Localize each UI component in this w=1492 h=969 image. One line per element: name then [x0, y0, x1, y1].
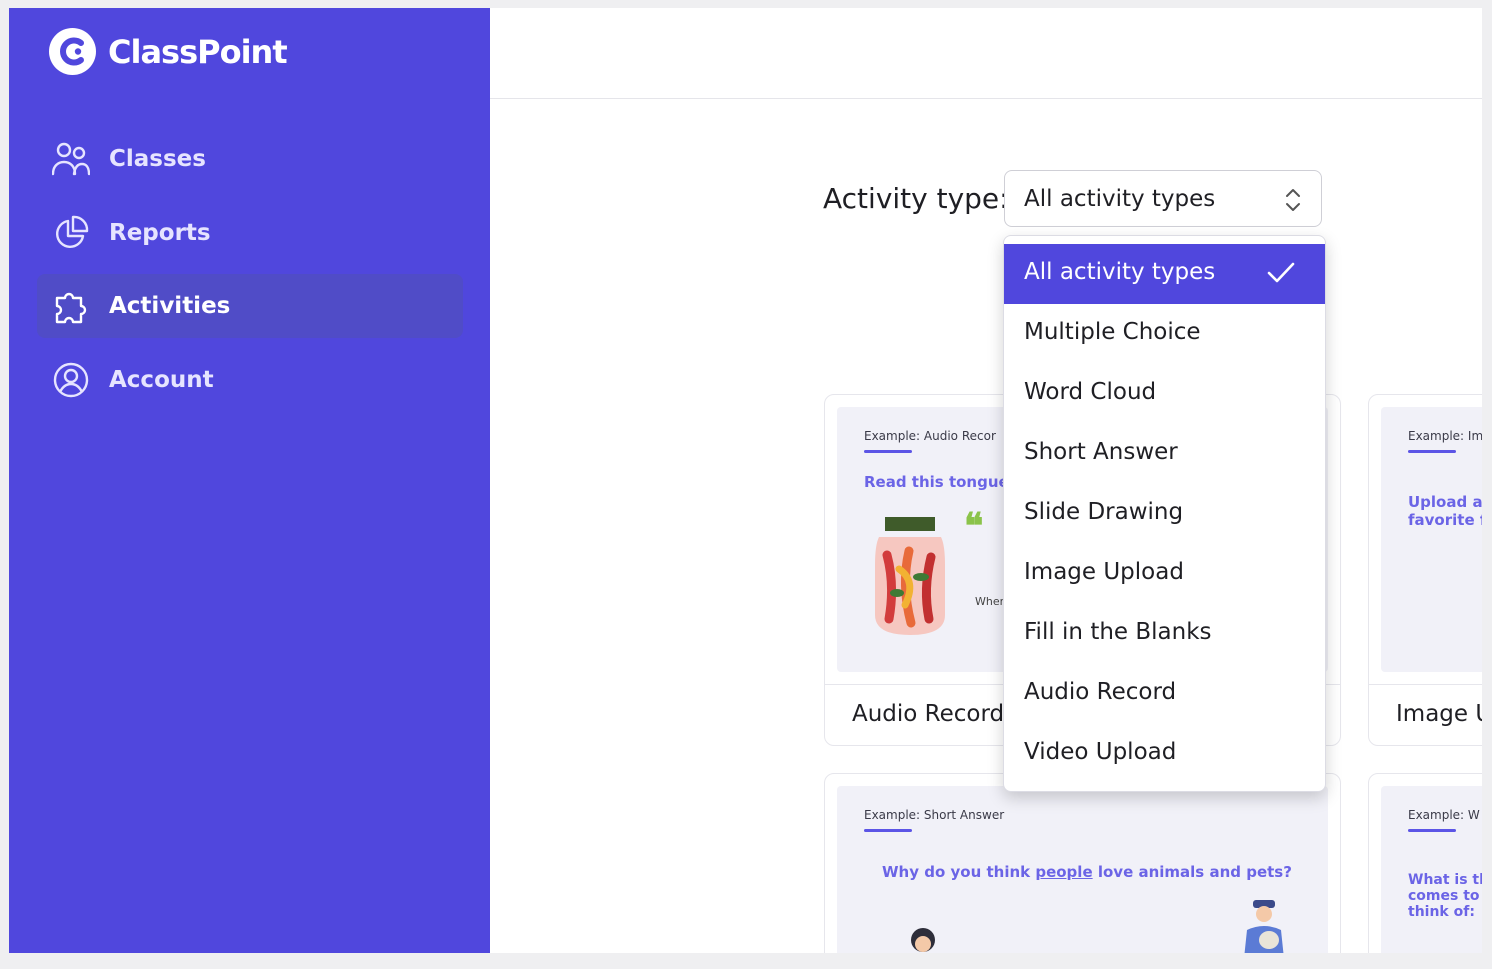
example-question-line: think of:	[1408, 904, 1475, 920]
option-label: Image Upload	[1024, 559, 1184, 585]
card-thumbnail: Example: Im Upload a favorite f	[1381, 407, 1482, 672]
option-label: Short Answer	[1024, 439, 1178, 465]
example-underline	[1408, 450, 1456, 453]
example-label: Example: Im	[1408, 429, 1482, 443]
quote-icon: ❝	[964, 505, 984, 547]
users-icon	[51, 139, 91, 179]
card-thumbnail: Example: W What is th comes to think of:	[1381, 786, 1482, 953]
question-link: people	[1035, 863, 1093, 881]
activity-type-dropdown: All activity types Multiple Choice Word …	[1003, 235, 1326, 792]
option-label: Slide Drawing	[1024, 499, 1184, 525]
classpoint-logo-icon	[49, 28, 96, 75]
example-fragment: Wher	[975, 595, 1005, 608]
activity-type-select[interactable]: All activity types	[1004, 170, 1322, 227]
dropdown-option-slide-drawing[interactable]: Slide Drawing	[1004, 484, 1325, 544]
question-text: Why do you think	[882, 863, 1036, 881]
activity-card-short-answer[interactable]: Example: Short Answer Why do you think p…	[824, 773, 1341, 953]
sidebar: ClassPoint Classes Reports Activities Ac…	[9, 8, 490, 953]
example-label: Example: Audio Recor	[864, 429, 996, 443]
sidebar-item-classes[interactable]: Classes	[37, 127, 463, 191]
example-question-line: favorite f	[1408, 511, 1482, 529]
option-label: Word Cloud	[1024, 379, 1157, 405]
option-label: Multiple Choice	[1024, 319, 1201, 345]
puzzle-icon	[51, 286, 91, 326]
dropdown-option-video-upload[interactable]: Video Upload	[1004, 724, 1325, 784]
sidebar-item-account[interactable]: Account	[37, 348, 463, 412]
dropdown-option-image-upload[interactable]: Image Upload	[1004, 544, 1325, 604]
sidebar-item-label: Classes	[109, 146, 206, 172]
activity-card-image-upload[interactable]: Example: Im Upload a favorite f Image U	[1368, 394, 1482, 746]
example-underline	[864, 829, 912, 832]
example-question-line: comes to	[1408, 888, 1480, 904]
example-underline	[1408, 829, 1456, 832]
activity-card-word-cloud[interactable]: Example: W What is th comes to think of:	[1368, 773, 1482, 953]
app-name: ClassPoint	[108, 32, 288, 71]
card-divider	[1369, 684, 1482, 685]
dropdown-option-multiple-choice[interactable]: Multiple Choice	[1004, 304, 1325, 364]
card-title: Image U	[1396, 701, 1482, 727]
logo[interactable]: ClassPoint	[49, 28, 288, 75]
example-question-line: Upload a	[1408, 493, 1482, 511]
sidebar-item-label: Activities	[109, 293, 231, 319]
select-value: All activity types	[1024, 186, 1216, 212]
app-window: ClassPoint Classes Reports Activities Ac…	[9, 8, 1482, 953]
pie-chart-icon	[51, 213, 91, 253]
check-icon	[1267, 261, 1295, 290]
example-question-line: What is th	[1408, 872, 1482, 888]
activity-type-label: Activity type:	[823, 182, 1009, 215]
example-question: Read this tongue	[864, 473, 1009, 491]
top-bar	[490, 8, 1482, 99]
example-underline	[864, 450, 912, 453]
sidebar-item-reports[interactable]: Reports	[37, 201, 463, 265]
example-question: Why do you think people love animals and…	[882, 863, 1292, 881]
chevron-up-down-icon	[1285, 186, 1301, 219]
dropdown-option-fill-in-the-blanks[interactable]: Fill in the Blanks	[1004, 604, 1325, 664]
dropdown-option-short-answer[interactable]: Short Answer	[1004, 424, 1325, 484]
dropdown-option-audio-record[interactable]: Audio Record	[1004, 664, 1325, 724]
user-circle-icon	[51, 360, 91, 400]
person-with-pet-illustration	[1244, 900, 1284, 953]
card-title: Audio Record	[852, 701, 1005, 727]
sidebar-item-label: Reports	[109, 220, 211, 246]
option-label: All activity types	[1024, 259, 1216, 285]
question-text: love animals and pets?	[1092, 863, 1292, 881]
option-label: Audio Record	[1024, 679, 1177, 705]
dropdown-option-word-cloud[interactable]: Word Cloud	[1004, 364, 1325, 424]
dropdown-option-all-activity-types[interactable]: All activity types	[1004, 244, 1325, 304]
pickle-jar-illustration	[875, 517, 945, 635]
sidebar-item-label: Account	[109, 367, 214, 393]
option-label: Video Upload	[1024, 739, 1177, 765]
option-label: Fill in the Blanks	[1024, 619, 1212, 645]
person-illustration	[911, 928, 935, 952]
example-label: Example: W	[1408, 808, 1480, 822]
card-thumbnail: Example: Short Answer Why do you think p…	[837, 786, 1328, 953]
sidebar-item-activities[interactable]: Activities	[37, 274, 463, 338]
example-label: Example: Short Answer	[864, 808, 1005, 822]
